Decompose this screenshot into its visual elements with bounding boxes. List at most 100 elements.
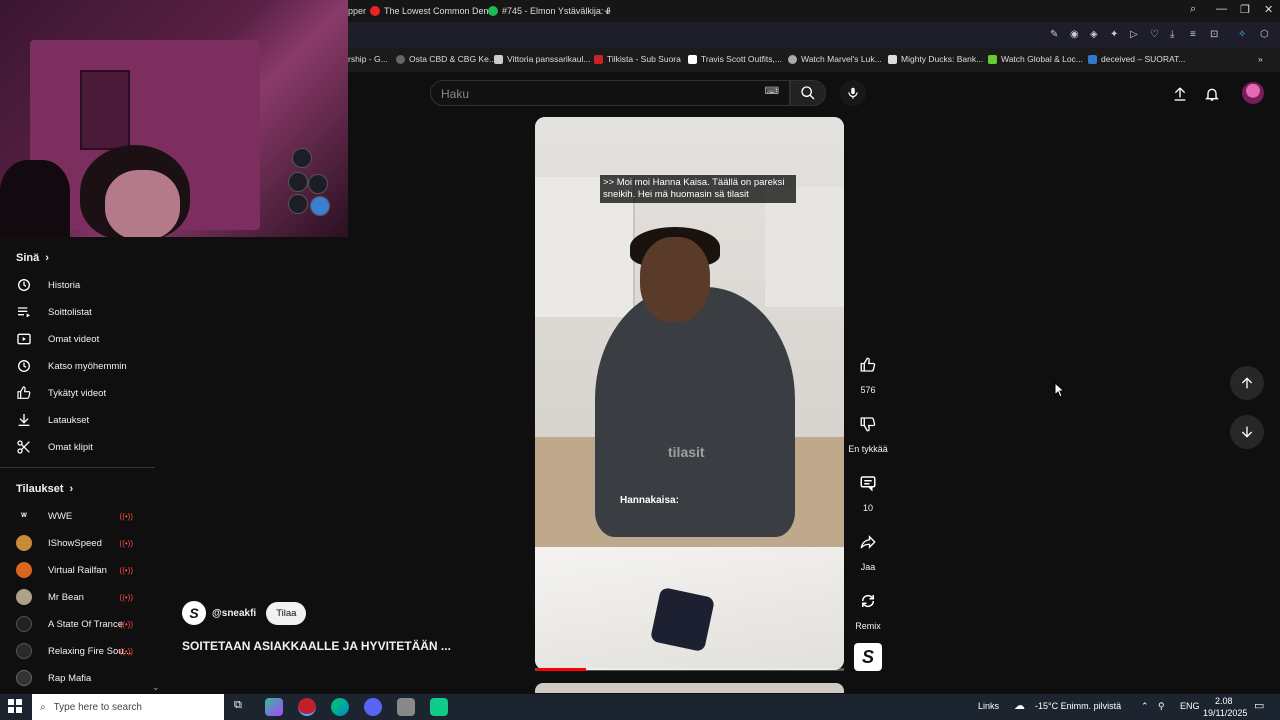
scissors-icon: [17, 440, 30, 454]
comments-action: 10: [848, 467, 888, 513]
discord-icon[interactable]: [364, 698, 382, 716]
edit-icon[interactable]: ✎: [1050, 29, 1058, 40]
bookmark[interactable]: Watch Marvel's Luk...: [788, 54, 882, 64]
new-tab-button[interactable]: +: [604, 2, 611, 20]
comments-button[interactable]: [852, 467, 884, 499]
more-bookmarks-icon[interactable]: »: [1258, 54, 1263, 64]
sidebar-item-watch-later[interactable]: Katso myöhemmin: [16, 355, 151, 377]
restore-icon[interactable]: ❐: [1240, 3, 1250, 16]
subscription-item[interactable]: Virtual Railfan ((•)): [16, 559, 151, 581]
subscription-item[interactable]: Relaxing Fire Sou... ((•)): [16, 640, 151, 662]
shield-icon[interactable]: ◈: [1090, 29, 1098, 40]
remix-button[interactable]: [852, 585, 884, 617]
arrow-down-icon: [1241, 426, 1253, 438]
sidebar-item-your-videos[interactable]: Omat videot: [16, 328, 151, 350]
channel-handle[interactable]: @sneakfi: [212, 608, 256, 619]
search-button[interactable]: [790, 80, 826, 106]
task-view-icon[interactable]: ⧉: [234, 699, 242, 712]
bookmark[interactable]: Tilkista - Sub Suora: [594, 54, 681, 64]
bookmark-label: Osta CBD & CBG Ke...: [409, 54, 496, 64]
heart-icon[interactable]: ♡: [1150, 29, 1159, 40]
notification-center-icon[interactable]: ▭: [1254, 699, 1264, 712]
share-label: Jaa: [860, 562, 876, 572]
edge-icon[interactable]: [331, 698, 349, 716]
next-short-preview[interactable]: [535, 683, 844, 693]
bookmark[interactable]: Travis Scott Outfits,...: [688, 54, 782, 64]
opera-icon[interactable]: [298, 698, 316, 716]
bookmark[interactable]: Vittoria panssarikaul...: [494, 54, 590, 64]
taskbar-search-input[interactable]: ⌕ Type here to search: [32, 694, 224, 720]
tab-3[interactable]: #745 - Elmon Ystävälkija: J: [488, 2, 610, 20]
sidebar-item-history[interactable]: Historia: [16, 274, 151, 296]
short-title[interactable]: SOITETAAN ASIAKKAALLE JA HYVITETÄÄN ...: [182, 639, 451, 653]
remix-label: Remix: [855, 621, 881, 631]
minimize-icon[interactable]: —: [1216, 3, 1227, 15]
subscriptions-header[interactable]: Tilaukset ›: [16, 483, 73, 495]
tab-1[interactable]: pper: [348, 2, 366, 20]
tab-2[interactable]: The Lowest Common Den: [370, 2, 489, 20]
chevron-right-icon: ›: [45, 252, 49, 264]
subscription-item[interactable]: IShowSpeed ((•)): [16, 532, 151, 554]
sidebar-item-playlists[interactable]: Soittolistat: [16, 301, 151, 323]
bookmark-label: Mighty Ducks: Bank...: [901, 54, 984, 64]
weather-text[interactable]: -15°C Enimm. pilvistä: [1035, 701, 1121, 711]
network-icon[interactable]: ⚲: [1158, 701, 1165, 712]
extension-icon[interactable]: ✦: [1110, 29, 1118, 40]
camera-icon[interactable]: ◉: [1070, 29, 1079, 40]
sidebar-item-liked-videos[interactable]: Tykätyt videot: [16, 382, 151, 404]
subscription-item[interactable]: Rap Mafia: [16, 667, 151, 689]
sidebar-item-label: Omat klipit: [48, 441, 93, 453]
subscription-item[interactable]: Mr Bean ((•)): [16, 586, 151, 608]
clock-time[interactable]: 2.08: [1215, 696, 1233, 706]
lock-icon[interactable]: ⊡: [1210, 29, 1218, 40]
app-icon[interactable]: [265, 698, 283, 716]
scroll-down-icon[interactable]: ⌄: [152, 682, 160, 693]
sidebar-item-downloads[interactable]: Lataukset: [16, 409, 151, 431]
links-toolbar[interactable]: Links: [978, 701, 999, 711]
you-section-header[interactable]: Sinä ›: [16, 252, 49, 264]
language-indicator[interactable]: ENG: [1180, 701, 1200, 711]
close-icon[interactable]: ✕: [1264, 3, 1273, 16]
like-button[interactable]: [852, 349, 884, 381]
bookmark[interactable]: Mighty Ducks: Bank...: [888, 54, 983, 64]
windows-start-icon[interactable]: [8, 699, 24, 715]
clock-date[interactable]: 19/11/2025: [1203, 708, 1247, 718]
bookmark[interactable]: Osta CBD & CBG Ke...: [396, 54, 496, 64]
tab-label: The Lowest Common Den: [384, 6, 489, 16]
bookmark[interactable]: Watch Global & Loc...: [988, 54, 1083, 64]
dislike-button[interactable]: [852, 408, 884, 440]
menu-icon[interactable]: ≡: [1190, 29, 1196, 40]
channel-logo[interactable]: S: [182, 601, 206, 625]
progress-bar[interactable]: [535, 668, 844, 671]
subscription-item[interactable]: A State Of Trance ((•)): [16, 613, 151, 635]
next-short-button[interactable]: [1230, 415, 1264, 449]
chevron-up-icon[interactable]: ⌃: [1141, 701, 1149, 712]
search-input[interactable]: Haku ⌨: [430, 80, 790, 106]
ai-icon[interactable]: ✧: [1238, 29, 1246, 40]
notifications-button[interactable]: [1202, 84, 1222, 104]
sidebar-item-clips[interactable]: Omat klipit: [16, 436, 151, 458]
app-icon[interactable]: [397, 698, 415, 716]
upload-button[interactable]: [1170, 84, 1190, 104]
play-icon[interactable]: ▷: [1130, 29, 1138, 40]
progress-fill: [537, 668, 587, 671]
sidebar-item-label: Katso myöhemmin: [48, 360, 127, 372]
mouse-cursor-icon: [1054, 382, 1066, 398]
live-icon: ((•)): [119, 511, 133, 521]
subscription-item[interactable]: W WWE ((•)): [16, 505, 151, 527]
search-icon[interactable]: ⌕: [1190, 3, 1196, 16]
keyboard-icon[interactable]: ⌨: [765, 86, 779, 97]
app-icon[interactable]: [430, 698, 448, 716]
site-icon: [1088, 54, 1097, 64]
bookmark[interactable]: deceived – SUORAT...: [1088, 54, 1185, 64]
bookmark[interactable]: rship - G...: [348, 54, 388, 64]
previous-short-button[interactable]: [1230, 366, 1264, 400]
channel-avatar: [16, 616, 32, 632]
settings-icon[interactable]: ⬡: [1260, 29, 1269, 40]
voice-search-button[interactable]: [840, 80, 866, 106]
avatar[interactable]: [1242, 82, 1264, 104]
download-icon[interactable]: ⤓: [1170, 29, 1174, 40]
share-button[interactable]: [852, 526, 884, 558]
channel-thumbnail-button[interactable]: S: [854, 643, 882, 671]
subscribe-button[interactable]: Tilaa: [266, 601, 307, 625]
